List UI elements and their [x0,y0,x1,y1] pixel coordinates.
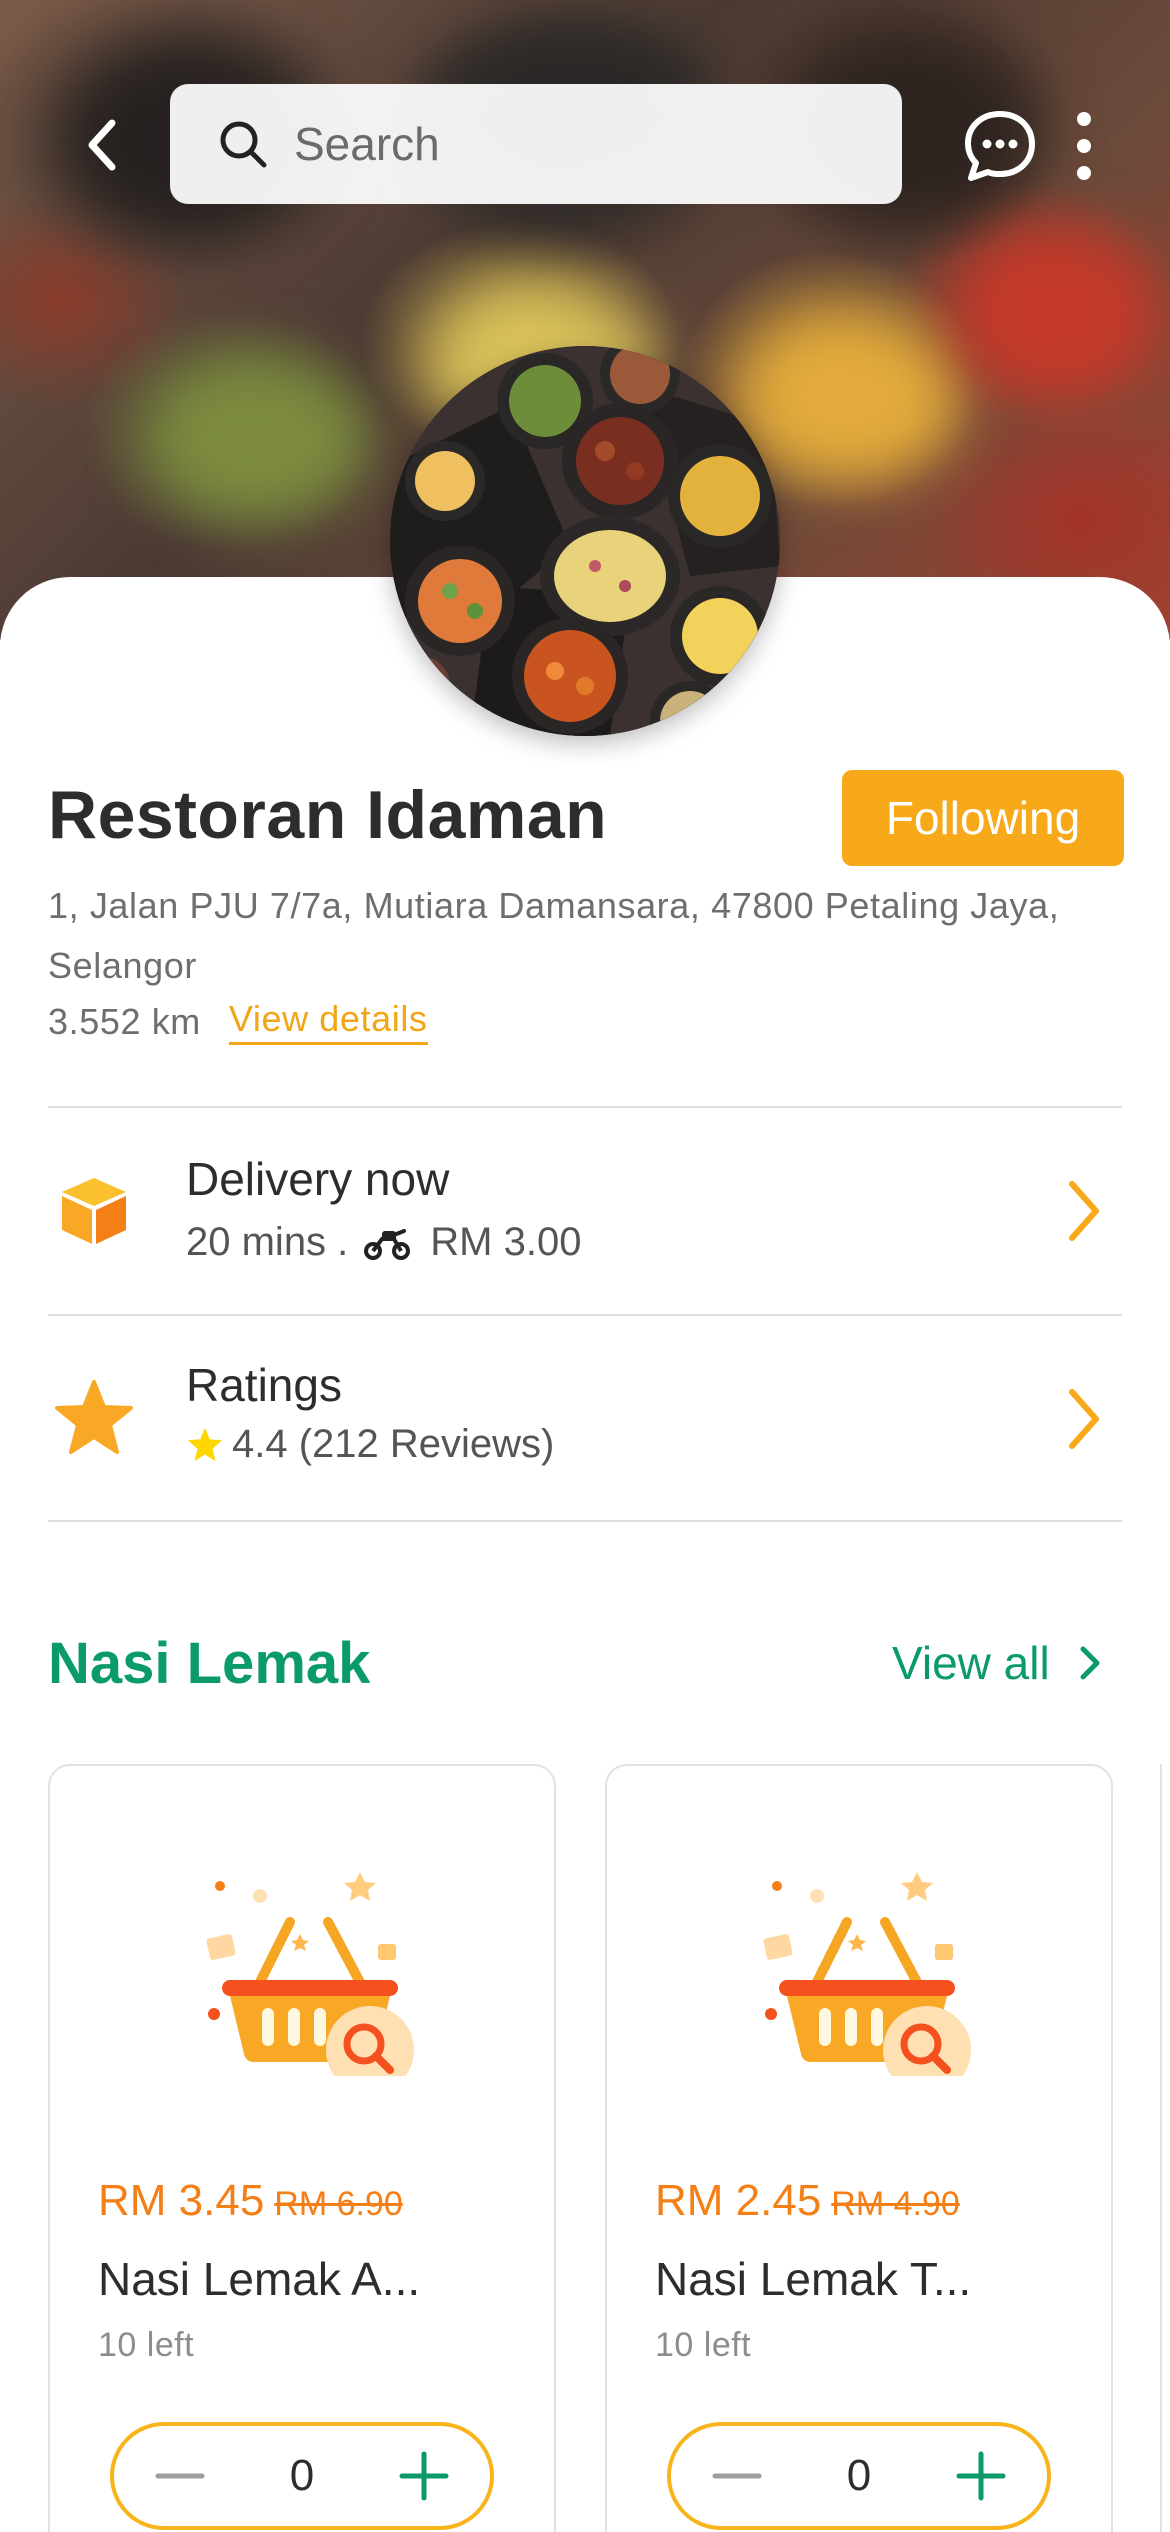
ratings-title: Ratings [186,1359,342,1411]
plus-icon [956,2451,1006,2501]
product-card[interactable]: RM 3.45 RM 6.90 Nasi Lemak A... 10 left … [48,1764,556,2532]
increase-quantity-button[interactable] [953,2448,1009,2504]
next-product-card-edge [1160,1764,1170,2532]
cover-blur-spot [740,320,960,480]
ratings-row[interactable]: Ratings 4.4 (212 Reviews) [48,1316,1122,1522]
decrease-quantity-button[interactable] [709,2448,765,2504]
view-details-link[interactable]: View details [228,998,428,1045]
basket-icon [206,1872,414,2076]
decrease-quantity-button[interactable] [152,2448,208,2504]
delivery-time: 20 mins . [186,1220,349,1264]
product-name: Nasi Lemak A... [98,2253,421,2305]
delivery-fee: RM 3.00 [430,1220,582,1264]
product-card[interactable]: RM 2.45 RM 4.90 Nasi Lemak T... 10 left … [605,1764,1113,2532]
search-input[interactable] [294,117,854,171]
delivery-row[interactable]: Delivery now 20 mins . RM 3.00 [48,1108,1122,1314]
quantity-value: 0 [846,2451,872,2500]
product-stock: 10 left [655,2326,752,2364]
chevron-right-icon [1069,1181,1099,1241]
more-options-button[interactable] [1066,108,1102,184]
delivery-title: Delivery now [186,1153,450,1205]
plus-icon [399,2451,449,2501]
store-name: Restoran Idaman [48,777,608,853]
product-name: Nasi Lemak T... [655,2253,972,2305]
top-bar [0,0,1170,290]
quantity-stepper: 0 [667,2422,1051,2530]
store-distance: 3.552 km [48,1000,201,1042]
box-icon [62,1178,126,1244]
chevron-left-icon [88,119,116,171]
chevron-right-icon [1069,1389,1099,1449]
chat-bubble-icon [965,111,1035,181]
ratings-score: 4.4 (212 Reviews) [232,1422,555,1466]
price-row: RM 3.45 RM 6.90 [98,2176,403,2226]
divider [48,1520,1122,1522]
more-vertical-icon [1077,139,1091,153]
product-price: RM 3.45 [98,2176,265,2225]
search-icon [220,121,267,168]
search-bar[interactable] [170,84,902,204]
minus-icon [155,2473,205,2479]
more-vertical-icon [1077,112,1091,126]
increase-quantity-button[interactable] [396,2448,452,2504]
product-old-price: RM 4.90 [831,2185,960,2223]
following-button[interactable]: Following [842,770,1124,866]
back-button[interactable] [66,105,136,185]
more-vertical-icon [1077,166,1091,180]
product-price: RM 2.45 [655,2176,822,2225]
basket-icon [763,1872,971,2076]
view-all-label: View all [892,1637,1050,1689]
product-old-price: RM 6.90 [274,2185,403,2223]
product-stock: 10 left [98,2326,195,2364]
chevron-right-icon [1080,1646,1100,1680]
section-title: Nasi Lemak [48,1631,371,1696]
chat-button[interactable] [962,108,1038,184]
ratings-info: 4.4 (212 Reviews) [186,1422,554,1467]
food-platter-image [390,346,780,736]
minus-icon [712,2473,762,2479]
store-avatar [390,346,780,736]
distance-row: 3.552 km View details [48,998,428,1045]
star-icon [55,1380,133,1454]
cover-blur-spot [150,360,370,520]
price-row: RM 2.45 RM 4.90 [655,2176,960,2226]
view-all-link[interactable]: View all [892,1636,1102,1690]
delivery-info: 20 mins . RM 3.00 [186,1220,581,1265]
quantity-stepper: 0 [110,2422,494,2530]
store-address: 1, Jalan PJU 7/7a, Mutiara Damansara, 47… [48,885,1060,986]
quantity-value: 0 [289,2451,315,2500]
motorbike-icon [364,1228,411,1260]
star-icon [187,1427,223,1461]
